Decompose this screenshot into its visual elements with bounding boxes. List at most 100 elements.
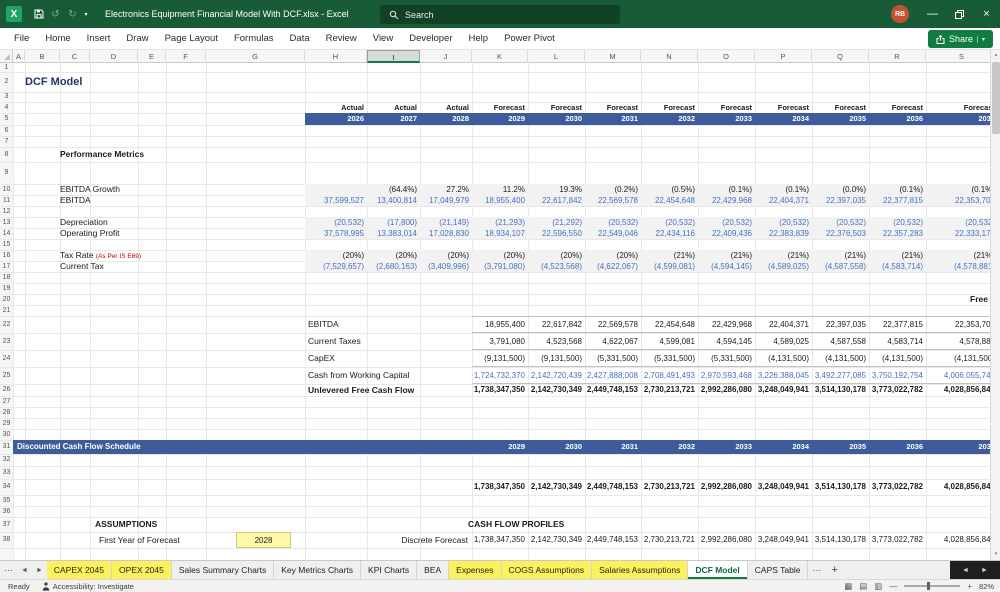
label-current-taxes[interactable]: Current Taxes — [308, 333, 470, 350]
cell-S11[interactable]: 22,353,708 — [926, 195, 995, 206]
cell-N34[interactable]: 2,730,213,721 — [641, 479, 695, 495]
cell-O38[interactable]: 2,992,286,080 — [698, 532, 752, 548]
cell-P25[interactable]: 3,226,388,045 — [755, 367, 809, 384]
cell-P24[interactable]: (4,131,500) — [755, 350, 809, 367]
cell-H11[interactable]: 37,599,527 — [305, 195, 364, 206]
cell-R31[interactable]: 2036 — [869, 440, 923, 454]
cell-K10[interactable]: 11.2% — [472, 184, 525, 195]
cell-J14[interactable]: 17,028,830 — [420, 228, 469, 239]
column-header-o[interactable]: O — [698, 50, 755, 63]
row-header-28[interactable]: 28 — [0, 407, 13, 418]
cell-O4[interactable]: Forecast — [698, 102, 752, 113]
cell-S16[interactable]: (21%) — [926, 250, 995, 261]
cell-M4[interactable]: Forecast — [585, 102, 638, 113]
ribbon-tab-review[interactable]: Review — [318, 28, 365, 49]
cell-P17[interactable]: (4,589,025) — [755, 261, 809, 272]
cell-J17[interactable]: (3,409,996) — [420, 261, 469, 272]
row-header-20[interactable]: 20 — [0, 294, 13, 305]
cell-S22[interactable]: 22,353,708 — [926, 316, 995, 333]
redo-icon[interactable]: ↻ — [64, 5, 81, 23]
row-header-1[interactable]: 1 — [0, 63, 13, 72]
cell-L16[interactable]: (20%) — [528, 250, 582, 261]
column-header-e[interactable]: E — [138, 50, 166, 63]
column-header-f[interactable]: F — [166, 50, 206, 63]
cell-N23[interactable]: 4,599,081 — [641, 333, 695, 350]
ribbon-tab-formulas[interactable]: Formulas — [226, 28, 282, 49]
cell-L14[interactable]: 22,596,550 — [528, 228, 582, 239]
minimize-button[interactable]: — — [919, 0, 946, 28]
cell-S4[interactable]: Forecast — [926, 102, 995, 113]
cell-L31[interactable]: 2030 — [528, 440, 582, 454]
cell-O24[interactable]: (5,331,500) — [698, 350, 752, 367]
sheet-tab-dcf-model[interactable]: DCF Model — [688, 561, 747, 579]
row-header-35[interactable]: 35 — [0, 495, 13, 506]
cell-S25[interactable]: 4,006,055,745 — [926, 367, 995, 384]
cell-I13[interactable]: (17,800) — [367, 217, 417, 228]
cell-P16[interactable]: (21%) — [755, 250, 809, 261]
scroll-up-icon[interactable]: ▴ — [991, 50, 1000, 61]
cell-R22[interactable]: 22,377,815 — [869, 316, 923, 333]
cell-M16[interactable]: (20%) — [585, 250, 638, 261]
column-header-i[interactable]: I — [367, 50, 420, 63]
label-ebitda-growth[interactable]: EBITDA Growth — [60, 184, 305, 195]
column-header-d[interactable]: D — [90, 50, 138, 63]
first-year-of-forecast-value[interactable]: 2028 — [236, 532, 291, 548]
cell-O23[interactable]: 4,594,145 — [698, 333, 752, 350]
cell-K24[interactable]: (9,131,500) — [472, 350, 525, 367]
cell-K26[interactable]: 1,738,347,350 — [472, 384, 525, 396]
row-header-5[interactable]: 5 — [0, 113, 13, 125]
cell-M26[interactable]: 2,449,748,153 — [585, 384, 638, 396]
cell-P31[interactable]: 2034 — [755, 440, 809, 454]
cell-M31[interactable]: 2031 — [585, 440, 638, 454]
label-unlevered-free-cash-flow[interactable]: Unlevered Free Cash Flow — [308, 384, 470, 396]
label-depreciation[interactable]: Depreciation — [60, 217, 305, 228]
cell-L22[interactable]: 22,617,842 — [528, 316, 582, 333]
cell-K11[interactable]: 18,955,400 — [472, 195, 525, 206]
cell-L17[interactable]: (4,523,568) — [528, 261, 582, 272]
cell-Q25[interactable]: 3,492,277,085 — [812, 367, 866, 384]
new-sheet-button[interactable]: + — [825, 561, 843, 579]
column-header-n[interactable]: N — [641, 50, 698, 63]
row-header-3[interactable]: 3 — [0, 92, 13, 102]
cell-Q13[interactable]: (20,532) — [812, 217, 866, 228]
zoom-slider[interactable] — [904, 585, 960, 587]
ribbon-tab-power-pivot[interactable]: Power Pivot — [496, 28, 563, 49]
column-header-s[interactable]: S — [926, 50, 998, 63]
cell-I5[interactable]: 2027 — [367, 113, 417, 125]
column-header-p[interactable]: P — [755, 50, 812, 63]
row-header-6[interactable]: 6 — [0, 125, 13, 136]
column-header-h[interactable]: H — [305, 50, 367, 63]
cash-flow-profiles-heading[interactable]: CASH FLOW PROFILES — [468, 517, 648, 532]
ribbon-tab-insert[interactable]: Insert — [79, 28, 119, 49]
cell-I16[interactable]: (20%) — [367, 250, 417, 261]
label-operating-profit[interactable]: Operating Profit — [60, 228, 305, 239]
cell-R24[interactable]: (4,131,500) — [869, 350, 923, 367]
cell-I11[interactable]: 13,400,814 — [367, 195, 417, 206]
cell-R25[interactable]: 3,750,192,754 — [869, 367, 923, 384]
label-ebitda[interactable]: EBITDA — [308, 316, 470, 333]
cell-R38[interactable]: 3,773,022,782 — [869, 532, 923, 548]
cell-K16[interactable]: (20%) — [472, 250, 525, 261]
column-header-g[interactable]: G — [206, 50, 305, 63]
zoom-level[interactable]: 82% — [979, 582, 994, 591]
row-header-24[interactable]: 24 — [0, 350, 13, 367]
ribbon-tab-view[interactable]: View — [365, 28, 401, 49]
cell-L4[interactable]: Forecast — [528, 102, 582, 113]
cell-M23[interactable]: 4,622,067 — [585, 333, 638, 350]
cell-Q34[interactable]: 3,514,130,178 — [812, 479, 866, 495]
cell-O11[interactable]: 22,429,968 — [698, 195, 752, 206]
hscroll-right-icon[interactable]: ► — [981, 567, 988, 574]
cell-L24[interactable]: (9,131,500) — [528, 350, 582, 367]
cell-I17[interactable]: (2,680,163) — [367, 261, 417, 272]
cell-M22[interactable]: 22,569,578 — [585, 316, 638, 333]
cell-N17[interactable]: (4,599,081) — [641, 261, 695, 272]
cell-P26[interactable]: 3,248,049,941 — [755, 384, 809, 396]
cell-P14[interactable]: 22,383,839 — [755, 228, 809, 239]
row-header-31[interactable]: 31 — [0, 440, 13, 454]
cell-J4[interactable]: Actual — [420, 102, 469, 113]
cell-L11[interactable]: 22,617,842 — [528, 195, 582, 206]
column-header-c[interactable]: C — [60, 50, 90, 63]
cell-S26[interactable]: 4,028,856,842 — [926, 384, 995, 396]
label-ebitda[interactable]: EBITDA — [60, 195, 305, 206]
cell-S34[interactable]: 4,028,856,842 — [926, 479, 995, 495]
